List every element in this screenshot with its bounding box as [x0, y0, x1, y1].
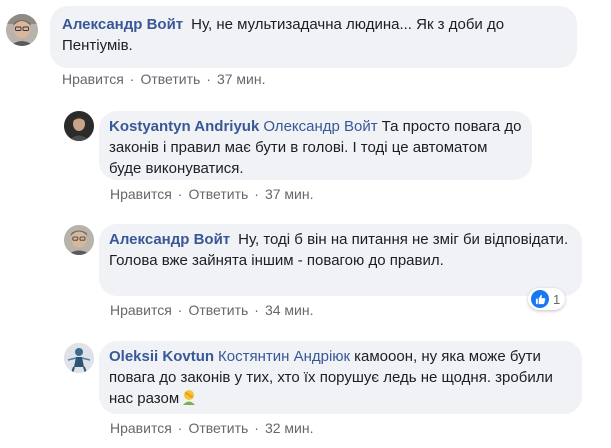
like-link[interactable]: Нравится — [62, 71, 124, 87]
comment-mention[interactable]: Костянтин Андріюк — [218, 348, 350, 365]
comment-author[interactable]: Oleksii Kovtun — [109, 348, 214, 365]
comment-author[interactable]: Александр Войт — [109, 231, 230, 248]
like-link[interactable]: Нравится — [110, 420, 172, 436]
separator-dot: · — [254, 302, 259, 318]
avatar-image — [64, 225, 94, 255]
reply-link[interactable]: Ответить — [140, 71, 200, 87]
separator-dot: · — [254, 420, 259, 436]
separator-dot: · — [206, 71, 211, 87]
like-icon — [531, 290, 549, 308]
avatar[interactable] — [6, 14, 38, 46]
avatar[interactable] — [64, 343, 94, 373]
comment-actions: Нравится · Ответить · 34 мин. — [110, 302, 314, 318]
comment-bubble: Kostyantyn Andriyuk Олександр Войт Та прос… — [99, 111, 532, 180]
comment-bubble: Александр Войт Ну, тоді б він на питання … — [99, 224, 582, 296]
avatar-image — [64, 343, 94, 373]
comment-bubble: Александр Войт Ну, не мультизадачна людин… — [50, 6, 577, 68]
like-link[interactable]: Нравится — [110, 186, 172, 202]
comment-actions: Нравится · Ответить · 37 мин. — [62, 71, 266, 87]
comment-timestamp[interactable]: 34 мин. — [265, 302, 314, 318]
comment-actions: Нравится · Ответить · 37 мин. — [110, 186, 314, 202]
avatar[interactable] — [64, 111, 94, 141]
comment-author[interactable]: Kostyantyn Andriyuk — [109, 118, 259, 135]
separator-dot: · — [177, 186, 183, 202]
comment-mention[interactable]: Олександр Войт — [263, 118, 377, 135]
separator-dot: · — [177, 302, 183, 318]
avatar[interactable] — [64, 225, 94, 255]
reply-link[interactable]: Ответить — [188, 186, 248, 202]
comment-timestamp[interactable]: 37 мин. — [265, 186, 314, 202]
separator-dot: · — [177, 420, 183, 436]
reaction-badge[interactable]: 1 — [528, 288, 566, 310]
reply-link[interactable]: Ответить — [188, 302, 248, 318]
avatar-image — [6, 14, 38, 46]
comment-timestamp[interactable]: 32 мин. — [265, 420, 314, 436]
reaction-count: 1 — [553, 291, 561, 307]
like-link[interactable]: Нравится — [110, 302, 172, 318]
separator-dot: · — [254, 186, 259, 202]
comment-author[interactable]: Александр Войт — [62, 16, 183, 33]
separator-dot: · — [129, 71, 135, 87]
comment-timestamp[interactable]: 37 мин. — [217, 71, 266, 87]
reply-link[interactable]: Ответить — [188, 420, 248, 436]
facepalm-emoji-icon — [180, 388, 198, 406]
comment-bubble: Oleksii Kovtun Костянтин Андріюк камооон, … — [99, 341, 582, 414]
avatar-image — [64, 111, 94, 141]
comment-actions: Нравится · Ответить · 32 мин. — [110, 420, 314, 436]
